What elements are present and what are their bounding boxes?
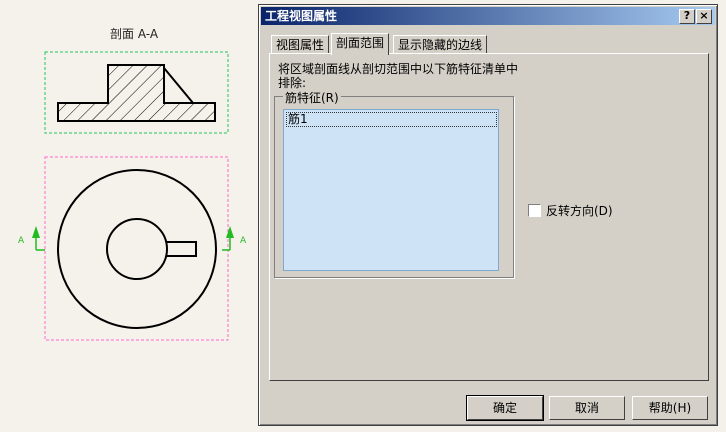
rib-feature-group: 筋特征(R) 筋1 bbox=[274, 89, 514, 278]
dialog-title-bar[interactable]: 工程视图属性 ? × bbox=[261, 7, 715, 25]
cancel-button[interactable]: 取消 bbox=[549, 396, 625, 420]
dialog-title: 工程视图属性 bbox=[265, 9, 338, 23]
exclusion-description: 将区域剖面线从剖切范围中以下筋特征清单中排除: bbox=[278, 62, 519, 90]
drawing-canvas[interactable]: 剖面 A-A A A bbox=[0, 0, 260, 432]
tab-view-properties[interactable]: 视图属性 bbox=[271, 35, 330, 55]
outer-circle bbox=[57, 169, 217, 329]
help-button[interactable]: 帮助(H) bbox=[632, 396, 708, 420]
reverse-direction-checkbox[interactable]: 反转方向(D) bbox=[528, 202, 613, 219]
close-icon[interactable]: × bbox=[696, 9, 712, 24]
plan-view-frame bbox=[44, 156, 229, 341]
drawing-svg bbox=[32, 51, 234, 341]
checkbox-box[interactable] bbox=[528, 204, 541, 217]
section-arrow-left bbox=[32, 226, 45, 251]
help-icon[interactable]: ? bbox=[679, 9, 695, 24]
rib-slot bbox=[167, 241, 197, 257]
section-arrow-right-label: A bbox=[240, 236, 247, 246]
rib-feature-group-label: 筋特征(R) bbox=[283, 89, 341, 106]
list-item[interactable]: 筋1 bbox=[286, 112, 497, 127]
tab-section-scope[interactable]: 剖面范围 bbox=[331, 33, 390, 55]
rib-feature-list[interactable]: 筋1 bbox=[283, 109, 499, 271]
tab-hidden-edges[interactable]: 显示隐藏的边线 bbox=[393, 35, 488, 55]
reverse-direction-label: 反转方向(D) bbox=[546, 204, 613, 218]
ok-button[interactable]: 确定 bbox=[466, 395, 544, 421]
inner-circle bbox=[106, 218, 168, 280]
tab-panel-section-scope: 将区域剖面线从剖切范围中以下筋特征清单中排除: 筋特征(R) 筋1 反转方向(D… bbox=[269, 53, 709, 381]
drawing-view-properties-dialog: 工程视图属性 ? × 视图属性 剖面范围 显示隐藏的边线 将区域剖面线从剖切范围… bbox=[258, 4, 718, 426]
section-arrow-left-label: A bbox=[18, 236, 25, 246]
section-profile bbox=[57, 64, 216, 122]
